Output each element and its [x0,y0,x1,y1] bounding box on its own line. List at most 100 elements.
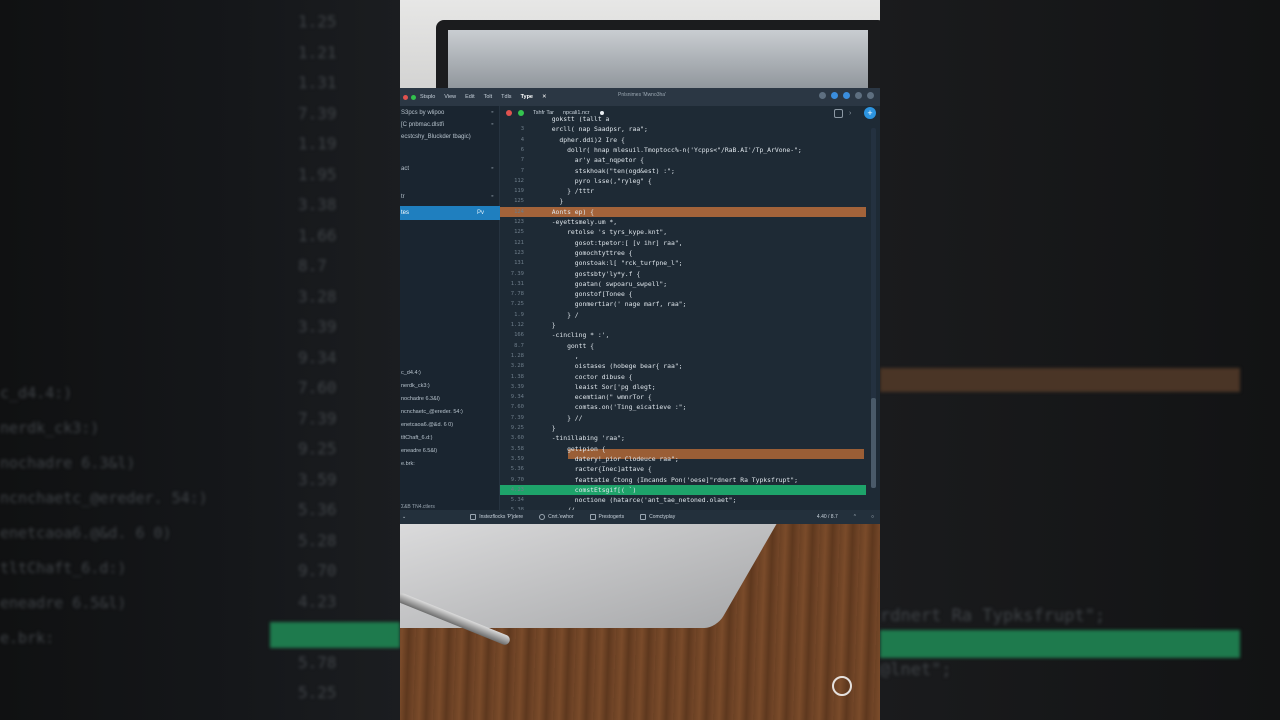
code-line[interactable]: 6 dollr( hnap mlesuil.Tmoptocc%-n('Ycpps… [500,145,866,155]
code-line[interactable]: 9.34 ecemtian(" wmnrTor { [500,392,866,402]
code-line[interactable]: 3.28 oistases (hobege bear{ raa"; [500,361,866,371]
code-line[interactable]: 7 ar'y aat_nqpetor { [500,155,866,165]
sidebar-file-item[interactable]: tltChaft_6.d:) [400,433,500,444]
code-line[interactable]: 124 Aonts ep) { [500,206,866,217]
sidebar-file-item[interactable]: nochadre 6.3&l) [400,394,500,405]
status-item[interactable]: Prestogerts [589,514,624,520]
code-line[interactable]: 125 } [500,196,866,206]
code-line[interactable]: 3.59 datery!_pior Clodeuce raa"; [500,454,866,464]
battery-icon[interactable] [855,92,862,99]
sidebar-item-label: S3pcs by wlipoo [401,110,445,116]
wifi-icon[interactable] [831,92,838,99]
code-line[interactable]: 3.39 leaist Sor['pg dlegt; [500,382,866,392]
close-x-icon[interactable]: ✕ [542,94,547,100]
blurred-line-number: 1.25 [298,12,337,31]
code-area[interactable]: gokstt (tallt a3 ercll( nap Saadpsr, raa… [500,115,880,524]
pin-icon[interactable]: ⁍ [491,108,494,119]
sidebar-file-item[interactable]: ncnchaetc_@ereder. 54:) [400,407,500,418]
code-line[interactable]: 4.23 comstEtsgif[( `) [500,484,866,496]
code-line[interactable]: 3.60 -tinillabing 'raa"; [500,433,866,443]
window-title: Pnlsnimes 'Mwno3ha' [618,92,667,98]
code-text: pyro lsse(,"ryleg" { [544,176,652,185]
code-line[interactable]: 7.25 gonmertiar(' nage marf, raa"; [500,299,866,309]
code-line[interactable]: 121 gosot:tpetor:[ [v ihr] raa", [500,238,866,248]
status-icon [640,514,647,520]
pin-icon[interactable]: Pv [477,206,484,220]
code-line[interactable]: 1.12 } [500,320,866,330]
code-line[interactable]: 123 -eyettsmely.um *, [500,217,866,227]
code-line[interactable]: 119 } /tttr [500,186,866,196]
code-line[interactable]: 9.25 } [500,423,866,433]
code-line[interactable]: 1.31 goatan( swpoaru_swpell"; [500,279,866,289]
menu-view[interactable]: View [444,94,456,100]
code-line[interactable]: 166 -cincling * :', [500,330,866,340]
code-line[interactable]: 5.34 noctione (hatarce('ant_tae_netoned.… [500,495,866,505]
code-line[interactable]: 7.60 comtas.on('Ting_eicatieve :"; [500,402,866,412]
code-text: gostsbty'ly*y.f { [544,269,641,278]
status-item[interactable]: Instezflocks 'P'jdere [470,514,523,520]
chevron-up-icon[interactable]: ⌃ [853,514,857,520]
sidebar-item[interactable]: tr ⁍ [400,192,500,203]
code-line[interactable]: 7.39 gostsbty'ly*y.f { [500,269,866,279]
code-line[interactable]: 1.38 coctor dibuse { [500,372,866,382]
code-line[interactable]: 123 gomochtyttree { [500,248,866,258]
notification-icon[interactable]: ○ [871,514,874,520]
menu-tolt[interactable]: Tolt [484,94,493,100]
sidebar-file-item[interactable]: nerdk_ck3:) [400,381,500,392]
sidebar-file-item[interactable]: enetcaoa6.@&d. 6 0) [400,420,500,431]
code-line[interactable]: gokstt (tallt a [500,114,866,124]
chevron-icon[interactable]: ⌄ [402,514,406,520]
sidebar-file-item[interactable]: eneadre 6.5&l) [400,446,500,457]
code-line[interactable]: 125 retolse 's tyrs_kype.knt", [500,227,866,237]
code-text: goatan( swpoaru_swpell"; [544,279,668,288]
status-right: 4.40 / 8.7 ⌃ ○ [817,514,874,520]
pin-icon[interactable]: ⁍ [491,164,494,175]
close-dot-icon[interactable] [403,94,408,100]
sidebar-file-item[interactable]: c_d4.4:) [400,368,500,379]
code-line[interactable]: 8.7 gontt { [500,341,866,351]
sidebar-item[interactable]: [C pnbmac.dlstfi ⁍ [400,120,500,131]
code-line[interactable]: 1.28 , [500,351,866,361]
sidebar-item[interactable]: S3pcs by wlipoo ⁍ [400,108,500,119]
sidebar-item-selected[interactable]: tes Pv [400,206,500,220]
status-item[interactable]: Cnrt.'ewhor [539,514,574,520]
menu-type[interactable]: Type [521,94,533,100]
code-line[interactable]: 7.78 gonstof[Tonee { [500,289,866,299]
code-line[interactable]: 7 stskhoak("ten(ogd&est) :"; [500,166,866,176]
status-item[interactable]: Comctyplay [640,514,675,520]
line-number: 8.7 [514,342,524,349]
sidebar-file-item[interactable]: e.brk: [400,459,500,470]
code-text: , [544,351,579,360]
blurred-line-number: 7.39 [298,103,337,123]
blurred-file-item: ncnchaetc_@ereder. 54:) [0,489,208,507]
code-line[interactable]: 3.58 getipion { [500,444,866,454]
blurred-file-item: c_d4.4:) [0,384,73,402]
sidebar-item[interactable]: act ⁍ [400,164,500,175]
code-text: } [544,424,556,432]
code-line[interactable]: 112 pyro lsse(,"ryleg" { [500,176,866,186]
pin-icon[interactable]: ⁍ [491,192,494,203]
menu-tdls[interactable]: Tdls [501,94,511,100]
sidebar-item[interactable]: ecstcshy_Bluckder tbagic) [400,132,500,143]
background-monitor-screen [448,30,868,90]
search-icon[interactable] [843,92,850,99]
cursor-position[interactable]: 4.40 / 8.7 [817,514,839,520]
status-label: Comctyplay [649,514,676,520]
code-text: gomochtyttree { [544,248,633,257]
code-line[interactable]: 3 ercll( nap Saadpsr, raa"; [500,124,866,134]
maximize-dot-icon[interactable] [411,94,416,100]
code-line[interactable]: 4 dpher.ddi)2 Ire { [500,135,866,145]
code-text: gosot:tpetor:[ [v ihr] raa", [544,238,683,247]
code-line[interactable]: 7.39 } // [500,413,866,423]
code-line[interactable]: 131 gonstoak:l[ "rck_turfpne_l"; [500,258,866,268]
menu-edit[interactable]: Edit [465,94,474,100]
tray-icon[interactable] [819,92,826,99]
code-line[interactable]: 5.36 racter{Inec]attave { [500,464,866,474]
line-number: 3.59 [510,455,524,462]
pin-icon[interactable]: ⁍ [491,120,494,131]
code-text: noctione (hatarce('ant_tae_netoned.olaet… [544,496,737,505]
app-menu[interactable]: Stsplo [420,94,435,100]
scrollbar-thumb[interactable] [871,398,876,488]
code-line[interactable]: 1.9 } / [500,310,866,320]
code-line[interactable]: 9.70 feattatie Ctong (Imcands Pon('oese]… [500,475,866,485]
